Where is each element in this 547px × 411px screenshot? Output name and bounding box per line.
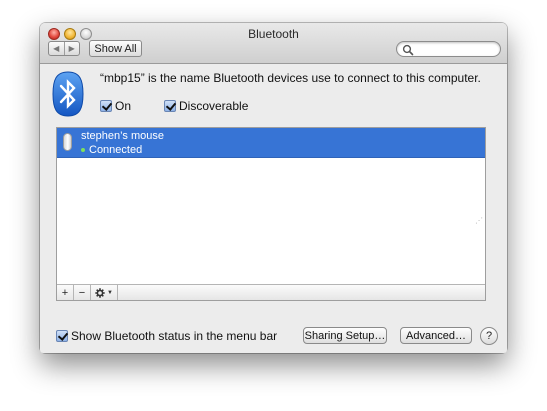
forward-icon[interactable]: ▶ xyxy=(63,42,80,55)
search-input[interactable] xyxy=(415,43,495,55)
search-field[interactable] xyxy=(396,41,501,57)
on-label: On xyxy=(115,99,132,113)
device-status-label: Connected xyxy=(89,144,143,156)
device-list[interactable]: stephen’s mouse Connected ⋰ + − ▼ xyxy=(56,127,486,301)
preferences-window: Bluetooth ◀ ▶ Show All “mbp15” is the na… xyxy=(40,23,507,353)
device-name: stephen’s mouse xyxy=(81,130,164,142)
bluetooth-icon xyxy=(52,71,84,117)
mouse-icon xyxy=(63,133,72,151)
search-icon xyxy=(402,44,414,56)
discoverable-checkbox[interactable]: Discoverable xyxy=(164,99,248,113)
gear-icon xyxy=(95,287,105,298)
add-device-button[interactable]: + xyxy=(57,285,74,300)
action-menu-button[interactable]: ▼ xyxy=(91,285,118,300)
help-button[interactable]: ? xyxy=(480,327,498,345)
sharing-setup-button[interactable]: Sharing Setup… xyxy=(303,327,387,344)
show-status-checkbox[interactable]: Show Bluetooth status in the menu bar xyxy=(56,329,277,343)
device-row[interactable]: stephen’s mouse Connected xyxy=(57,128,485,158)
checkbox-box[interactable] xyxy=(100,100,112,112)
show-all-button[interactable]: Show All xyxy=(89,40,142,57)
bluetooth-name-info: “mbp15” is the name Bluetooth devices us… xyxy=(100,71,481,85)
resize-grip-icon: ⋰ xyxy=(475,216,483,225)
device-status: Connected xyxy=(81,144,142,156)
checkbox-box[interactable] xyxy=(56,330,68,342)
device-list-toolbar: + − ▼ xyxy=(57,284,485,300)
connected-indicator-icon xyxy=(81,148,85,152)
discoverable-label: Discoverable xyxy=(179,99,249,113)
back-forward-control: ◀ ▶ xyxy=(48,41,80,56)
show-status-label: Show Bluetooth status in the menu bar xyxy=(71,329,278,343)
checkbox-box[interactable] xyxy=(164,100,176,112)
advanced-button[interactable]: Advanced… xyxy=(400,327,472,344)
remove-device-button[interactable]: − xyxy=(74,285,91,300)
title-bar: Bluetooth ◀ ▶ Show All xyxy=(40,23,507,64)
chevron-down-icon: ▼ xyxy=(107,289,113,296)
window-title: Bluetooth xyxy=(248,27,299,41)
back-icon[interactable]: ◀ xyxy=(49,42,64,55)
on-checkbox[interactable]: On xyxy=(100,99,131,113)
